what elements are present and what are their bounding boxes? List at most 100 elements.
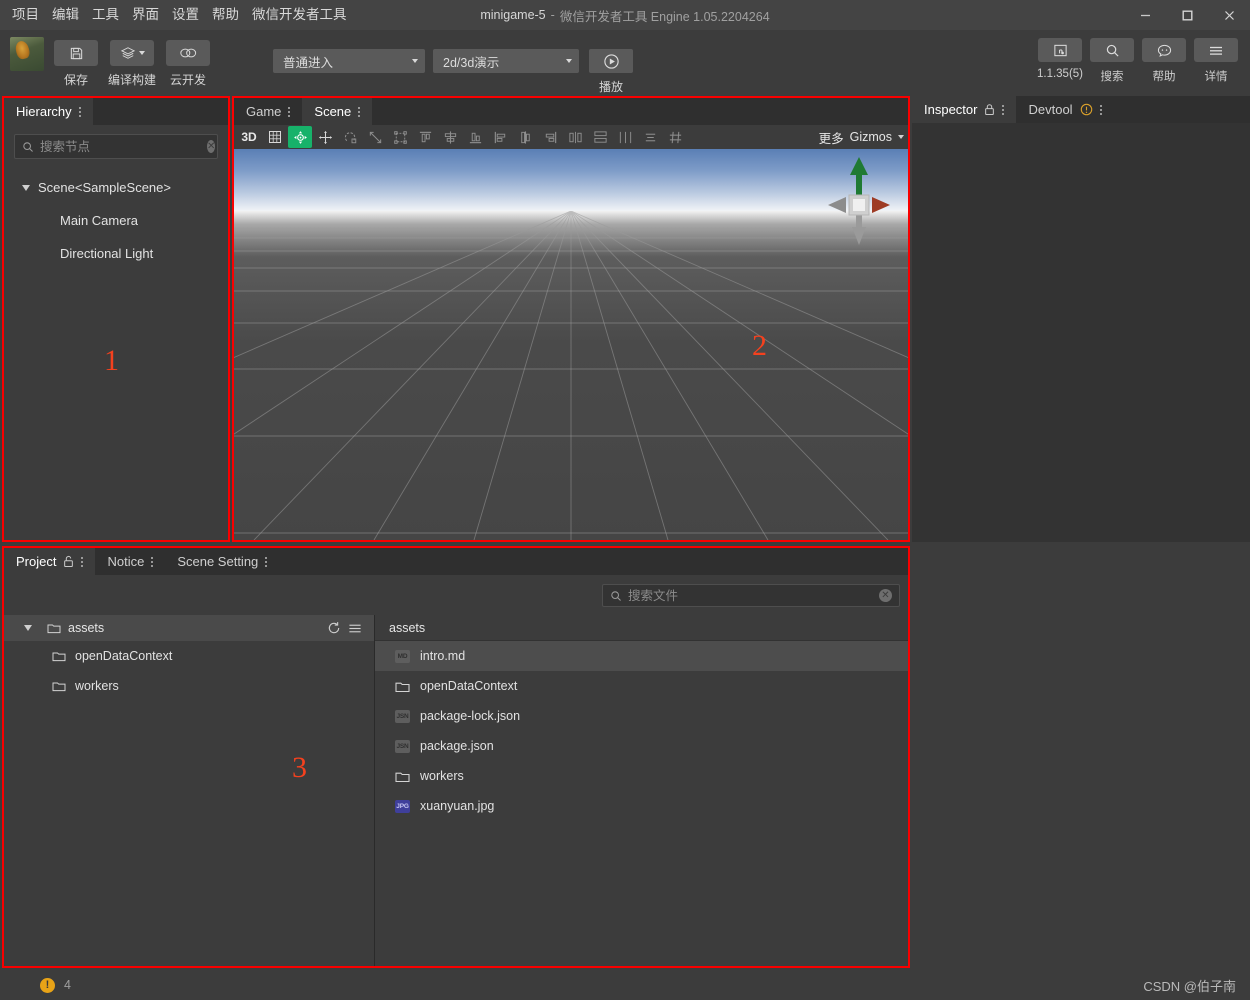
close-button[interactable] [1208, 0, 1250, 30]
tree-item-directional-light[interactable]: Directional Light [4, 237, 228, 270]
chevron-down-icon[interactable] [24, 625, 32, 631]
file-name: package.json [420, 739, 494, 753]
scene-setting-menu-icon[interactable] [265, 556, 268, 567]
file-row-xuanyuan-jpg[interactable]: JPG xuanyuan.jpg [375, 791, 908, 821]
unlock-icon[interactable] [63, 555, 74, 568]
list-icon[interactable] [638, 126, 662, 148]
tab-hierarchy[interactable]: Hierarchy [4, 98, 93, 125]
project-search-input[interactable] [628, 588, 873, 603]
save-button[interactable]: 保存 [52, 34, 100, 88]
grid-icon[interactable] [263, 126, 287, 148]
menu-item-tools[interactable]: 工具 [92, 0, 119, 30]
status-warning-group[interactable]: ! 4 [40, 977, 71, 993]
rect-tool-icon[interactable] [388, 126, 412, 148]
menu-icon[interactable] [348, 622, 362, 635]
move-tool-icon[interactable] [288, 126, 312, 148]
project-thumbnail[interactable] [10, 37, 44, 71]
cloud-dev-button[interactable]: 云开发 [164, 34, 212, 88]
scene-dropdown[interactable]: 2d/3d演示 [433, 49, 579, 73]
project-tabs: Project Notice Scene Setting [4, 548, 908, 575]
file-name: workers [420, 769, 464, 783]
align-top-icon[interactable] [413, 126, 437, 148]
translate-tool-icon[interactable] [313, 126, 337, 148]
help-button[interactable]: 帮助 [1140, 38, 1188, 84]
lock-icon[interactable] [984, 103, 995, 116]
scene-orientation-gizmo[interactable] [824, 149, 894, 249]
gizmos-label: Gizmos [849, 130, 892, 144]
project-tree-root-label: assets [68, 621, 105, 635]
align-center-h-icon[interactable] [513, 126, 537, 148]
app-window: 项目 编辑 工具 界面 设置 帮助 微信开发者工具 minigame-5 - 微… [0, 0, 1250, 1000]
rotate-tool-icon[interactable] [338, 126, 362, 148]
tree-item-main-camera[interactable]: Main Camera [4, 204, 228, 237]
mode-dropdown[interactable]: 普通进入 [273, 49, 425, 73]
file-row-opendatacontext[interactable]: openDataContext [375, 671, 908, 701]
menu-item-edit[interactable]: 编辑 [52, 0, 79, 30]
file-row-package-json[interactable]: JSN package.json [375, 731, 908, 761]
tree-item-scene[interactable]: Scene<SampleScene> [4, 171, 228, 204]
clear-icon[interactable]: ✕ [879, 589, 892, 602]
details-button[interactable]: 详情 [1192, 38, 1240, 84]
devtool-menu-icon[interactable] [1099, 104, 1102, 115]
snap-grid-icon[interactable] [663, 126, 687, 148]
build-button[interactable]: 编译构建 [108, 34, 156, 88]
distribute-v-icon[interactable] [588, 126, 612, 148]
search-icon [610, 590, 622, 602]
file-row-intro-md[interactable]: MD intro.md [375, 641, 908, 671]
hierarchy-menu-icon[interactable] [78, 106, 81, 117]
align-bottom-icon[interactable] [463, 126, 487, 148]
menu-bar: 项目 编辑 工具 界面 设置 帮助 微信开发者工具 [0, 0, 347, 30]
project-tree-item-workers[interactable]: workers [4, 671, 374, 701]
project-tree-item-opendatacontext[interactable]: openDataContext [4, 641, 374, 671]
align-center-v-icon[interactable] [438, 126, 462, 148]
search-input[interactable] [40, 139, 201, 154]
version-button[interactable]: 1.1.35(5) [1036, 38, 1084, 84]
build-label: 编译构建 [108, 73, 157, 87]
file-type-badge: MD [395, 649, 410, 663]
folder-icon [52, 650, 66, 662]
tab-project-label: Project [16, 554, 57, 569]
notice-menu-icon[interactable] [151, 556, 154, 567]
gizmos-menu[interactable]: 更多 Gizmos [819, 125, 904, 149]
status-bar: ! 4 CSDN @伯子南 [0, 970, 1250, 1000]
maximize-button[interactable] [1166, 0, 1208, 30]
chevron-down-icon[interactable] [22, 184, 30, 191]
minimize-button[interactable] [1124, 0, 1166, 30]
tab-notice[interactable]: Notice [95, 548, 166, 575]
menu-item-interface[interactable]: 界面 [132, 0, 159, 30]
distribute-gap-icon[interactable] [613, 126, 637, 148]
scene-menu-icon[interactable] [358, 106, 361, 117]
distribute-h-icon[interactable] [563, 126, 587, 148]
play-button[interactable]: 播放 [587, 38, 635, 95]
file-row-package-lock-json[interactable]: JSN package-lock.json [375, 701, 908, 731]
clear-icon[interactable]: ✕ [207, 140, 216, 153]
menu-item-settings[interactable]: 设置 [172, 0, 199, 30]
project-search[interactable]: ✕ [602, 584, 900, 607]
scene-viewport[interactable] [234, 149, 908, 540]
menu-item-wechat-devtools[interactable]: 微信开发者工具 [252, 0, 347, 30]
hierarchy-panel: Hierarchy ✕ Scene<SampleScene> Main Came… [2, 96, 230, 542]
align-left-icon[interactable] [488, 126, 512, 148]
tab-inspector[interactable]: Inspector [912, 96, 1017, 123]
tree-item-label: Scene<SampleScene> [38, 180, 171, 195]
hierarchy-search[interactable]: ✕ [14, 134, 218, 159]
align-right-icon[interactable] [538, 126, 562, 148]
file-row-workers[interactable]: workers [375, 761, 908, 791]
project-menu-icon[interactable] [81, 556, 84, 567]
layers-icon [110, 40, 154, 66]
tab-project[interactable]: Project [4, 548, 96, 575]
game-menu-icon[interactable] [288, 106, 291, 117]
menu-item-project[interactable]: 项目 [12, 0, 39, 30]
tab-scene[interactable]: Scene [302, 98, 373, 125]
tab-devtool[interactable]: Devtool [1016, 96, 1114, 123]
tab-scene-setting[interactable]: Scene Setting [165, 548, 280, 575]
save-label: 保存 [63, 73, 88, 87]
scale-tool-icon[interactable] [363, 126, 387, 148]
search-button[interactable]: 搜索 [1088, 38, 1136, 84]
toggle-3d-button[interactable]: 3D [236, 126, 262, 148]
inspector-menu-icon[interactable] [1002, 104, 1005, 115]
tab-game[interactable]: Game [234, 98, 303, 125]
project-tree-root[interactable]: assets [4, 615, 374, 641]
refresh-icon[interactable] [327, 621, 341, 635]
menu-item-help[interactable]: 帮助 [212, 0, 239, 30]
